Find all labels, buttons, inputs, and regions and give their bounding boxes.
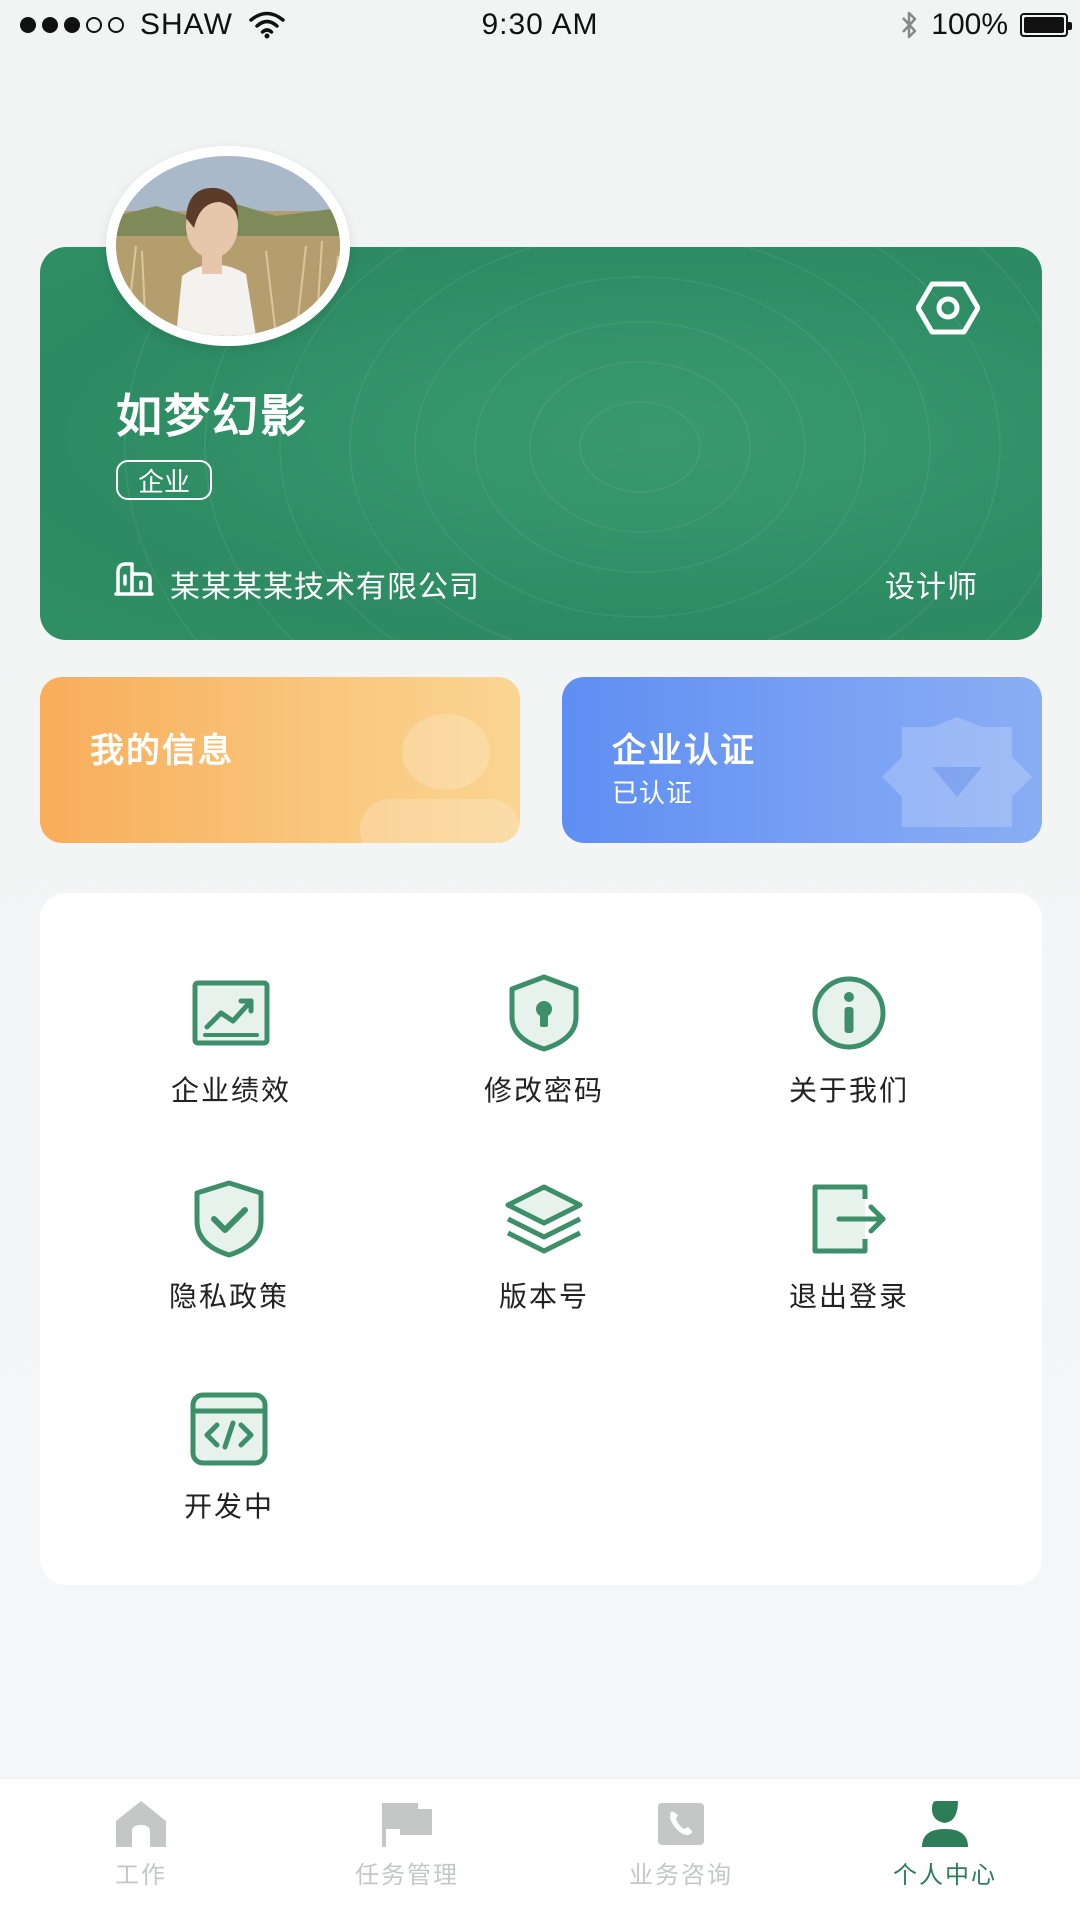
menu-label: 开发中: [183, 1490, 274, 1523]
certification-card[interactable]: 企业认证 已认证: [562, 677, 1042, 843]
certification-title: 企业认证: [612, 731, 756, 771]
account-type-badge: 企业: [116, 460, 213, 500]
logout-icon: [812, 1184, 886, 1254]
status-bar: SHAW 9:30 AM 100%: [0, 0, 1080, 52]
menu-panel: 企业绩效 修改密码 关于我们 隐私政策 版本号 退出登录 开发中: [40, 893, 1042, 1585]
menu-item-about-us[interactable]: 关于我们: [729, 971, 969, 1109]
code-icon: [190, 1392, 268, 1466]
avatar[interactable]: [106, 146, 350, 346]
chart-icon: [192, 980, 270, 1046]
person-icon: [922, 1801, 968, 1847]
tab-work[interactable]: 工作: [6, 1779, 276, 1920]
user-name: 如梦幻影: [116, 389, 308, 443]
tab-task-management[interactable]: 任务管理: [272, 1779, 542, 1920]
tab-label: 个人中心: [893, 1861, 997, 1889]
menu-label: 关于我们: [788, 1074, 909, 1107]
tab-bar: 工作 任务管理 业务咨询 个人中心: [0, 1778, 1080, 1920]
tab-business-consulting[interactable]: 业务咨询: [546, 1779, 816, 1920]
menu-item-privacy-policy[interactable]: 隐私政策: [109, 1177, 349, 1315]
person-silhouette-icon: [360, 714, 520, 843]
menu-item-logout[interactable]: 退出登录: [729, 1177, 969, 1315]
my-info-card[interactable]: 我的信息: [40, 677, 520, 843]
certification-status: 已认证: [612, 779, 694, 809]
menu-item-performance[interactable]: 企业绩效: [111, 971, 351, 1109]
tab-label: 工作: [115, 1861, 167, 1889]
menu-item-version[interactable]: 版本号: [424, 1177, 664, 1315]
menu-label: 隐私政策: [168, 1280, 289, 1313]
menu-label: 版本号: [498, 1280, 589, 1313]
layers-icon: [505, 1184, 583, 1254]
tab-label: 任务管理: [355, 1861, 459, 1889]
menu-item-in-development[interactable]: 开发中: [109, 1387, 349, 1525]
flag-icon: [382, 1803, 432, 1847]
home-icon: [116, 1801, 166, 1847]
bluetooth-icon: [902, 11, 917, 39]
company-name: 某某某某技术有限公司: [170, 570, 480, 605]
phone-icon: [658, 1803, 704, 1845]
menu-item-change-password[interactable]: 修改密码: [424, 971, 664, 1109]
tab-personal-center[interactable]: 个人中心: [810, 1779, 1080, 1920]
menu-label: 修改密码: [483, 1074, 604, 1107]
menu-label: 企业绩效: [170, 1074, 291, 1107]
job-title: 设计师: [885, 570, 978, 605]
lock-shield-icon: [509, 974, 579, 1052]
battery-icon: [1020, 13, 1072, 37]
settings-icon[interactable]: [916, 280, 980, 336]
my-info-title: 我的信息: [90, 731, 234, 771]
menu-label: 退出登录: [788, 1280, 909, 1313]
tab-label: 业务咨询: [629, 1861, 733, 1889]
verified-badge-icon: [882, 717, 1032, 827]
building-icon: [114, 562, 154, 596]
battery-percent: 100%: [931, 8, 1008, 41]
info-icon: [812, 976, 886, 1050]
shield-check-icon: [194, 1180, 264, 1258]
status-right: 100%: [899, 8, 1072, 42]
